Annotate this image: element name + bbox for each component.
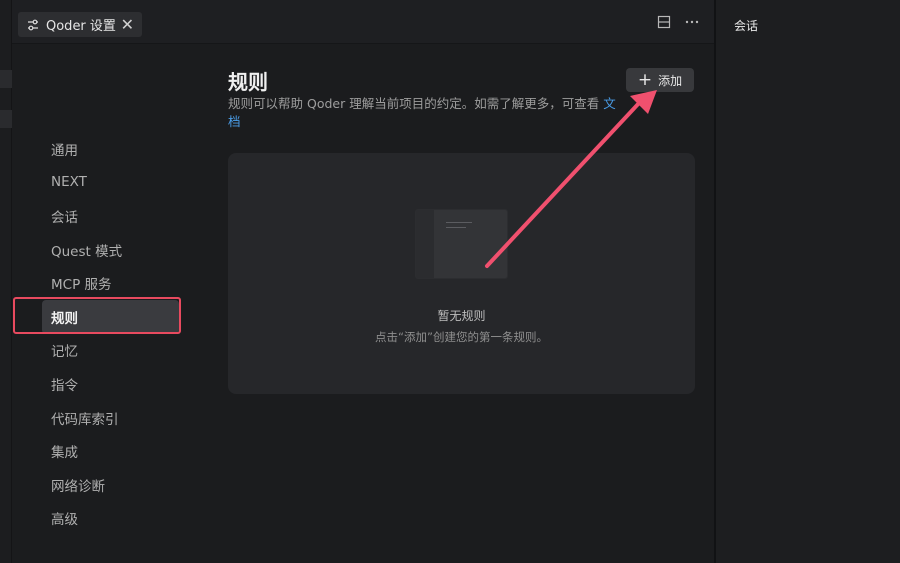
sidebar-item-label: 网络诊断 <box>51 478 105 495</box>
sidebar-item-codebase-index[interactable]: 代码库索引 <box>12 401 187 435</box>
document-icon-line <box>446 222 472 223</box>
sidebar-item-label: 指令 <box>51 377 78 394</box>
close-icon[interactable]: ✕ <box>121 16 134 33</box>
tab-bar: Qoder 设置 ✕ <box>12 0 714 44</box>
settings-icon <box>28 19 38 30</box>
sidebar-item-advanced[interactable]: 高级 <box>12 502 187 536</box>
sidebar-item-memory[interactable]: 记忆 <box>12 334 187 368</box>
split-layout-icon[interactable] <box>656 14 672 30</box>
sidebar-item-quest-mode[interactable]: Quest 模式 <box>12 233 187 267</box>
sidebar-item-integrations[interactable]: 集成 <box>12 434 187 468</box>
edge-marker <box>0 110 12 128</box>
settings-content: 通用 NEXT 会话 Quest 模式 MCP 服务 规则 记忆 指令 代码库索… <box>12 44 714 563</box>
sidebar-item-general[interactable]: 通用 <box>12 132 187 166</box>
empty-state-card: 暂无规则 点击“添加”创建您的第一条规则。 <box>228 153 695 394</box>
add-button-label: 添加 <box>658 73 683 88</box>
page-title: 规则 <box>228 70 268 94</box>
plus-icon: + <box>637 69 653 90</box>
sidebar-item-label: 记忆 <box>51 344 78 361</box>
document-icon <box>415 209 508 279</box>
sidebar-item-label: 会话 <box>51 209 78 226</box>
more-icon[interactable] <box>684 14 700 30</box>
tab-qoder-settings[interactable]: Qoder 设置 ✕ <box>18 12 142 37</box>
sidebar-item-label: Quest 模式 <box>51 243 123 260</box>
document-icon-sidebar <box>416 210 434 278</box>
chat-panel: 会话 <box>716 0 900 563</box>
sidebar-item-label: MCP 服务 <box>51 277 112 294</box>
sidebar-item-network-diagnostics[interactable]: 网络诊断 <box>12 468 187 502</box>
empty-state-subtitle: 点击“添加”创建您的第一条规则。 <box>375 330 548 344</box>
page-description: 规则可以帮助 Qoder 理解当前项目的约定。如需了解更多，可查看 文档 <box>228 95 628 131</box>
left-edge-strip <box>0 0 12 563</box>
sidebar-item-label: NEXT <box>51 174 87 191</box>
sidebar-item-label: 高级 <box>51 512 78 529</box>
description-text: 规则可以帮助 Qoder 理解当前项目的约定。如需了解更多，可查看 <box>228 96 600 111</box>
sidebar-item-next[interactable]: NEXT <box>12 166 187 200</box>
chat-panel-title: 会话 <box>734 19 759 33</box>
sidebar-item-commands[interactable]: 指令 <box>12 367 187 401</box>
sidebar-item-chat[interactable]: 会话 <box>12 199 187 233</box>
edge-marker <box>0 70 12 88</box>
document-icon-line <box>446 227 466 228</box>
empty-state-title: 暂无规则 <box>437 309 486 323</box>
tab-title: Qoder 设置 <box>46 19 116 34</box>
sidebar-item-label: 集成 <box>51 445 78 462</box>
sidebar-item-label: 代码库索引 <box>51 411 119 428</box>
annotation-highlight-box <box>13 297 181 334</box>
add-rule-button[interactable]: + 添加 <box>626 68 694 92</box>
sidebar-item-mcp-service[interactable]: MCP 服务 <box>12 266 187 300</box>
tab-actions <box>656 14 700 30</box>
sidebar-item-label: 通用 <box>51 142 78 159</box>
